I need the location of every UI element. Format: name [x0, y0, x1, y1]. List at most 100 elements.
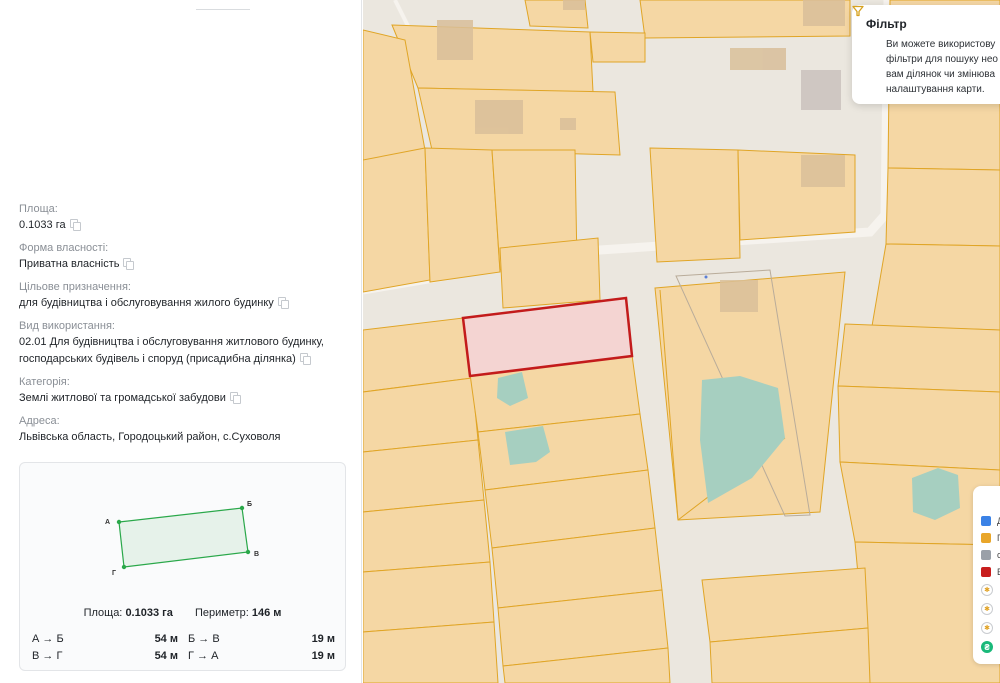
side-row: Б → В 19 м [188, 631, 335, 648]
parcel [499, 237, 601, 309]
hryvnia-icon: ₴ [981, 641, 993, 653]
legend-swatch [981, 533, 991, 543]
property-label: Форма власності: [19, 242, 109, 254]
filter-text-line: Ви можете використову [886, 39, 996, 50]
parcel [363, 621, 499, 683]
building [803, 0, 845, 26]
vertex-label-v: В [254, 551, 259, 558]
side-row: А → Б 54 м [32, 631, 178, 648]
copy-icon[interactable] [299, 353, 311, 365]
parcel [589, 31, 646, 63]
parcel-shape-diagram: А Б В Г [105, 501, 259, 577]
parcel [885, 167, 1000, 247]
property-value: Львівська область, Городоцький район, с.… [19, 431, 281, 443]
building [560, 118, 576, 130]
property-category: Категорія: Землі житлової та громадської… [19, 374, 354, 407]
area-value: 0.1033 га [125, 607, 173, 619]
legend-layer-toggle[interactable]: ✱ [981, 584, 993, 596]
layer-icon: ✱ [981, 584, 993, 596]
filter-text-line: вам ділянок чи змінюва [886, 69, 995, 80]
side-lengths-left: А → Б 54 м В → Г 54 м [32, 631, 178, 665]
side-name: А → Б [32, 633, 64, 645]
parcel [424, 147, 501, 283]
parcel [363, 147, 431, 293]
map-legend[interactable]: Д Г с В ✱ ✱ ✱ ₴ [973, 486, 1000, 664]
property-address: Адреса: Львівська область, Городоцький р… [19, 413, 354, 446]
parcel-outline [118, 507, 249, 568]
copy-icon[interactable] [69, 219, 81, 231]
perimeter-value: 146 м [251, 607, 282, 619]
property-label: Адреса: [19, 415, 60, 427]
cadastral-map[interactable]: Фільтр Ви можете використову фільтри для… [363, 0, 1000, 683]
layer-icon: ✱ [981, 603, 993, 615]
area-label: Площа: [83, 607, 123, 619]
property-purpose: Цільове призначення: для будівництва і о… [19, 279, 354, 312]
parcel [391, 24, 594, 93]
property-value: для будівництва і обслуговування жилого … [19, 297, 274, 309]
legend-swatch [981, 567, 991, 577]
parcel-info-panel: Площа: 0.1033 га Форма власності: Приват… [0, 0, 362, 683]
divider [196, 9, 250, 10]
property-ownership: Форма власності: Приватна власність [19, 240, 354, 273]
filter-popup[interactable]: Фільтр Ви можете використову фільтри для… [852, 5, 1000, 104]
map-point [704, 275, 708, 279]
building [475, 100, 523, 134]
parcel [837, 323, 1000, 393]
vertex-label-b: Б [247, 501, 252, 508]
vertex-point [116, 519, 122, 525]
filter-text-line: налаштування карти. [886, 84, 985, 95]
side-name: Г → А [188, 650, 219, 662]
side-row: Г → А 19 м [188, 648, 335, 665]
filter-description: Ви можете використову фільтри для пошуку… [866, 37, 1000, 97]
legend-layer-toggle[interactable]: ✱ [981, 622, 993, 634]
property-value: 0.1033 га [19, 219, 66, 231]
parcel-shape-card: А Б В Г Площа: 0.1033 га Периметр: 146 м… [19, 462, 346, 671]
layer-icon: ✱ [981, 622, 993, 634]
building [437, 20, 473, 60]
building [730, 48, 786, 70]
property-value: Приватна власність [19, 258, 120, 270]
property-value-line: господарських будівель і споруд (присади… [19, 353, 296, 365]
property-area: Площа: 0.1033 га [19, 201, 354, 234]
filter-funnel-icon [852, 5, 864, 17]
legend-layer-toggle[interactable]: ✱ [981, 603, 993, 615]
parcel [363, 499, 491, 573]
side-row: В → Г 54 м [32, 648, 178, 665]
side-length: 54 м [154, 650, 178, 662]
copy-icon[interactable] [277, 297, 289, 309]
legend-swatch [981, 516, 991, 526]
vertex-label-h: Г [112, 570, 116, 577]
copy-icon[interactable] [229, 392, 241, 404]
side-name: В → Г [32, 650, 63, 662]
property-label: Площа: [19, 203, 58, 215]
vertex-point [239, 505, 245, 511]
legend-item[interactable]: Г [981, 533, 1000, 543]
building [801, 155, 845, 187]
property-value-line: 02.01 Для будівництва і обслуговування ж… [19, 336, 324, 348]
shape-stats: Площа: 0.1033 га Периметр: 146 м [20, 607, 345, 619]
building [563, 0, 585, 10]
parcel [837, 385, 1000, 471]
property-value: Землі житлової та громадської забудови [19, 392, 226, 404]
side-length: 19 м [311, 650, 335, 662]
perimeter-label: Периметр: [194, 607, 249, 619]
filter-text-line: фільтри для пошуку нео [886, 54, 998, 65]
vertex-label-a: А [105, 519, 110, 526]
legend-item[interactable]: В [981, 567, 1000, 577]
side-lengths-right: Б → В 19 м Г → А 19 м [188, 631, 335, 665]
legend-item[interactable]: Д [981, 516, 1000, 526]
property-label: Цільове призначення: [19, 281, 131, 293]
building [720, 280, 758, 312]
side-length: 19 м [311, 633, 335, 645]
legend-price-toggle[interactable]: ₴ [981, 641, 993, 653]
property-label: Категорія: [19, 376, 70, 388]
parcel [363, 561, 495, 633]
filter-title: Фільтр [866, 17, 907, 31]
side-length: 54 м [154, 633, 178, 645]
copy-icon[interactable] [123, 258, 135, 270]
parcel [363, 439, 485, 513]
parcel-properties: Площа: 0.1033 га Форма власності: Приват… [19, 201, 354, 452]
side-name: Б → В [188, 633, 220, 645]
legend-item[interactable]: с [981, 550, 1000, 560]
parcel [649, 147, 741, 263]
